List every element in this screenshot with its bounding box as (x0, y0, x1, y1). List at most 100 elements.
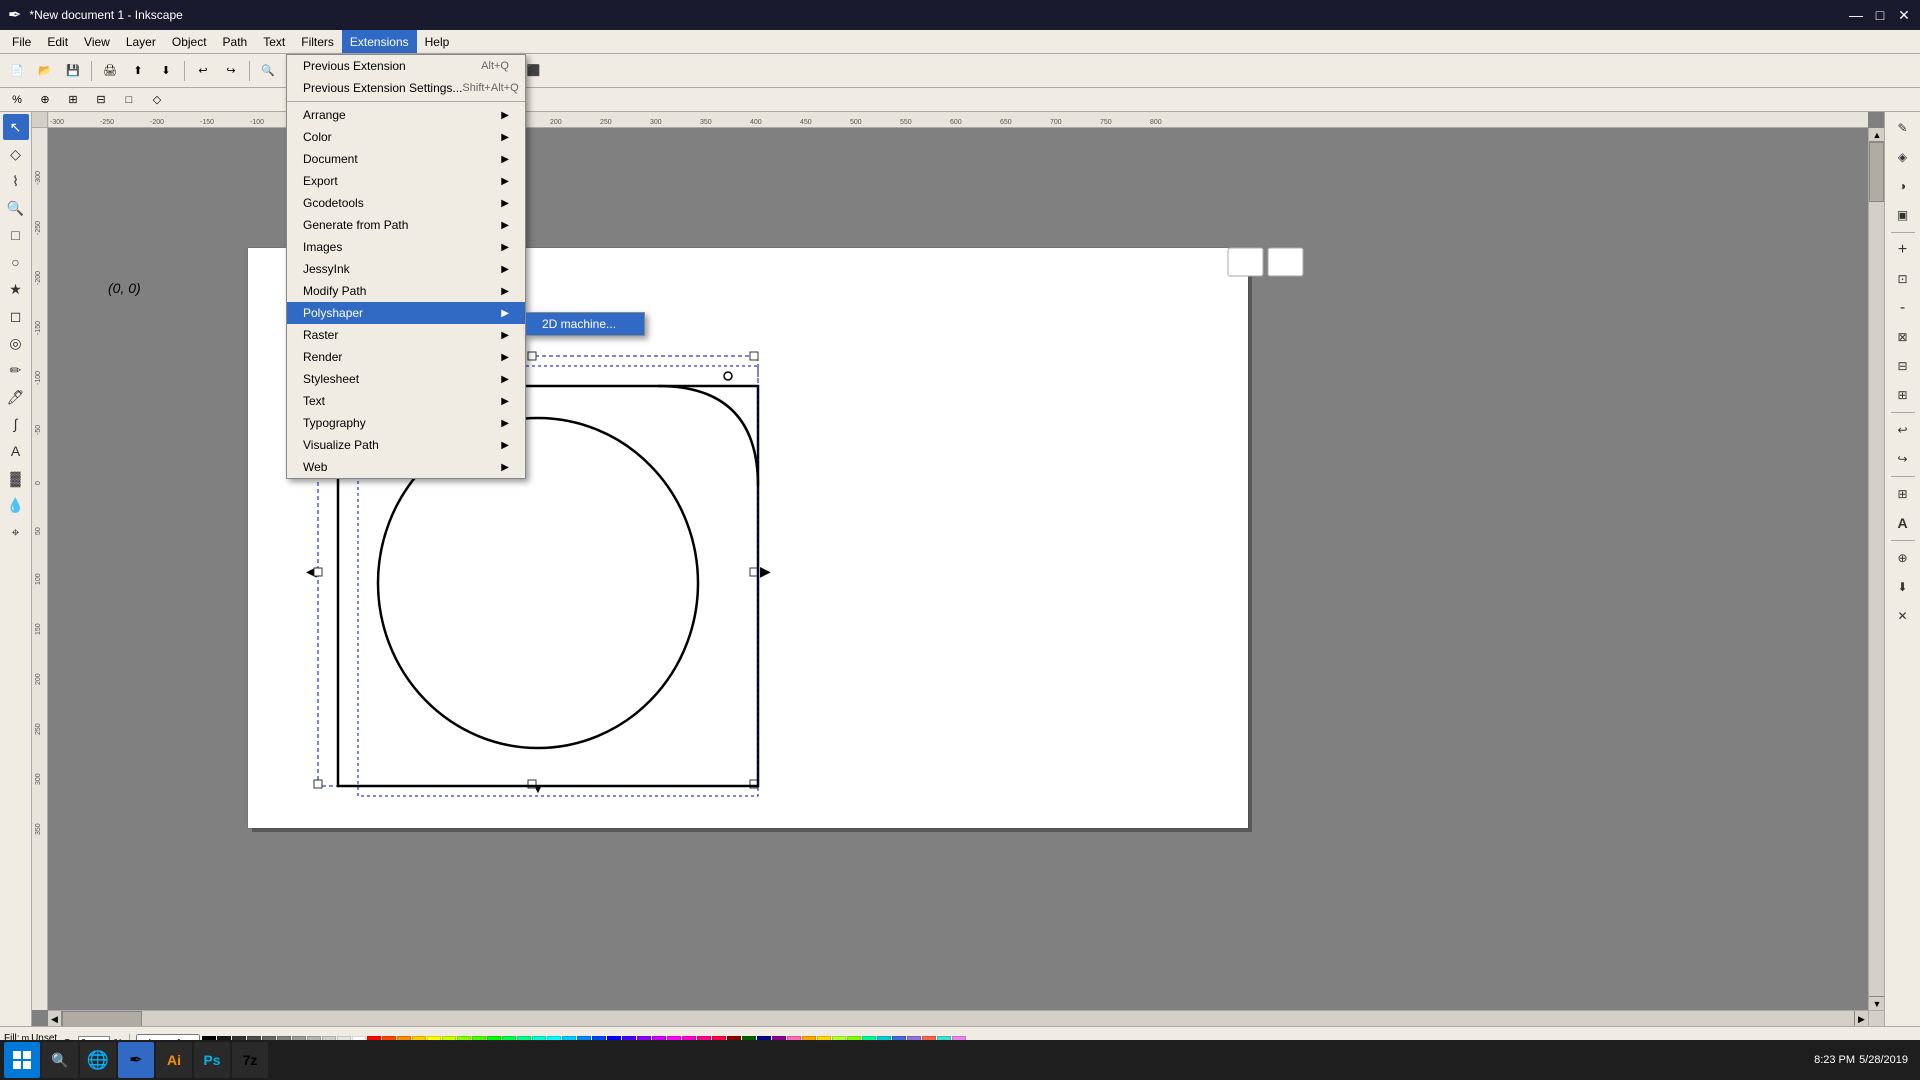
rpanel-layers[interactable]: ⊕ (1889, 544, 1917, 572)
search-button[interactable]: 🔍 (42, 1042, 78, 1078)
ext-web[interactable]: Web ▶ (287, 456, 525, 478)
zoom-tool-button[interactable]: 🔍 (3, 195, 29, 221)
rpanel-zoom-selection[interactable]: ⊞ (1889, 381, 1917, 409)
rpanel-prev-zoom[interactable]: ↩ (1889, 416, 1917, 444)
snap-nodes[interactable]: ⊕ (32, 87, 58, 113)
hscroll-right[interactable]: ▶ (1854, 1011, 1868, 1026)
spiral-tool-button[interactable]: ◎ (3, 330, 29, 356)
calligraphy-tool-button[interactable]: ∫ (3, 411, 29, 437)
rpanel-grid[interactable]: ⊞ (1889, 480, 1917, 508)
redo-button[interactable]: ↪ (218, 58, 244, 84)
rpanel-select[interactable]: ✎ (1889, 114, 1917, 142)
ext-prev-extension[interactable]: Previous Extension Alt+Q (287, 55, 525, 77)
tweak-tool-button[interactable]: ⌇ (3, 168, 29, 194)
minimize-button[interactable]: — (1848, 7, 1864, 23)
rpanel-next-zoom[interactable]: ↪ (1889, 445, 1917, 473)
rpanel-xml[interactable]: ✕ (1889, 602, 1917, 630)
snap-guide[interactable]: ⊟ (88, 87, 114, 113)
ext-text[interactable]: Text ▶ (287, 390, 525, 412)
start-button[interactable] (4, 1042, 40, 1078)
svg-text:800: 800 (1150, 119, 1162, 126)
ext-document[interactable]: Document ▶ (287, 148, 525, 170)
ext-export[interactable]: Export ▶ (287, 170, 525, 192)
ext-jessyink[interactable]: JessyInk ▶ (287, 258, 525, 280)
ext-prev-extension-settings[interactable]: Previous Extension Settings... Shift+Alt… (287, 77, 525, 99)
svg-text:-250: -250 (35, 221, 42, 235)
menu-extensions[interactable]: Extensions (342, 30, 417, 53)
vscroll-up[interactable]: ▲ (1869, 128, 1884, 142)
illustrator-taskbar[interactable]: Ai (156, 1042, 192, 1078)
snap-grid[interactable]: ⊞ (60, 87, 86, 113)
save-button[interactable]: 💾 (60, 58, 86, 84)
rpanel-zoom-out[interactable]: - (1889, 294, 1917, 322)
snap-bbox[interactable]: □ (116, 87, 142, 113)
vscrollbar[interactable]: ▲ ▼ (1868, 128, 1884, 1010)
vscroll-down[interactable]: ▼ (1869, 996, 1884, 1010)
vscroll-thumb[interactable] (1869, 142, 1884, 202)
rpanel-stroke[interactable]: ▣ (1889, 201, 1917, 229)
snap-toggle[interactable]: % (4, 87, 30, 113)
chrome-taskbar[interactable]: 🌐 (80, 1042, 116, 1078)
hscrollbar[interactable]: ◀ ▶ (48, 1010, 1868, 1026)
polyshaper-2d-machine[interactable]: 2D machine... (526, 313, 644, 335)
pencil-tool-button[interactable]: ✏ (3, 357, 29, 383)
ext-render[interactable]: Render ▶ (287, 346, 525, 368)
node-tool-button[interactable]: ◇ (3, 141, 29, 167)
ext-visualize-path[interactable]: Visualize Path ▶ (287, 434, 525, 456)
maximize-button[interactable]: □ (1872, 7, 1888, 23)
ext-arrange[interactable]: Arrange ▶ (287, 104, 525, 126)
right-panel: ✎ ◈ ◑ ▣ + ⊡ - ⊠ ⊟ ⊞ ↩ ↪ ⊞ A ⊕ ⬇ ✕ (1884, 112, 1920, 1026)
rpanel-zoom-fit[interactable]: ⊡ (1889, 265, 1917, 293)
ext-modify-path[interactable]: Modify Path ▶ (287, 280, 525, 302)
export-button[interactable]: ⬇ (153, 58, 179, 84)
rpanel-zoom-in[interactable]: + (1889, 236, 1917, 264)
menu-object[interactable]: Object (164, 30, 215, 53)
select-tool-button[interactable]: ↖ (3, 114, 29, 140)
scroll-corner (1868, 1010, 1884, 1026)
menu-path[interactable]: Path (215, 30, 256, 53)
print-button[interactable]: 🖨 (97, 58, 123, 84)
rpanel-export[interactable]: ⬇ (1889, 573, 1917, 601)
menu-layer[interactable]: Layer (118, 30, 164, 53)
rect-tool-button[interactable]: □ (3, 222, 29, 248)
close-button[interactable]: ✕ (1896, 7, 1912, 23)
menu-view[interactable]: View (76, 30, 118, 53)
photoshop-taskbar[interactable]: Ps (194, 1042, 230, 1078)
menu-filters[interactable]: Filters (293, 30, 342, 53)
ext-raster[interactable]: Raster ▶ (287, 324, 525, 346)
rpanel-zoom-drawing[interactable]: ⊟ (1889, 352, 1917, 380)
ext-color[interactable]: Color ▶ (287, 126, 525, 148)
ext-polyshaper[interactable]: Polyshaper ▶ (287, 302, 525, 324)
rpanel-text[interactable]: A (1889, 509, 1917, 537)
ext-stylesheet[interactable]: Stylesheet ▶ (287, 368, 525, 390)
dropper-tool-button[interactable]: 💧 (3, 492, 29, 518)
connector-tool-button[interactable]: ⌖ (3, 519, 29, 545)
gradient-tool-button[interactable]: ▓ (3, 465, 29, 491)
menu-text[interactable]: Text (255, 30, 293, 53)
rpanel-node[interactable]: ◈ (1889, 143, 1917, 171)
zoom-in-button[interactable]: 🔍 (255, 58, 281, 84)
rpanel-fill[interactable]: ◑ (1889, 172, 1917, 200)
import-button[interactable]: ⬆ (125, 58, 151, 84)
ext-images[interactable]: Images ▶ (287, 236, 525, 258)
circle-tool-button[interactable]: ○ (3, 249, 29, 275)
menu-edit[interactable]: Edit (39, 30, 76, 53)
hscroll-left[interactable]: ◀ (48, 1011, 62, 1026)
star-tool-button[interactable]: ★ (3, 276, 29, 302)
inkscape-taskbar[interactable]: ✒ (118, 1042, 154, 1078)
new-button[interactable]: 📄 (4, 58, 30, 84)
menu-file[interactable]: File (4, 30, 39, 53)
menu-help[interactable]: Help (417, 30, 458, 53)
rpanel-zoom-page[interactable]: ⊠ (1889, 323, 1917, 351)
3dbox-tool-button[interactable]: ◻ (3, 303, 29, 329)
ext-gcodetools[interactable]: Gcodetools ▶ (287, 192, 525, 214)
undo-button[interactable]: ↩ (190, 58, 216, 84)
pen-tool-button[interactable]: 🖊 (3, 384, 29, 410)
open-button[interactable]: 📂 (32, 58, 58, 84)
text-tool-button[interactable]: A (3, 438, 29, 464)
hscroll-thumb[interactable] (62, 1011, 142, 1026)
snap-paths[interactable]: ◇ (144, 87, 170, 113)
ext-generate-from-path[interactable]: Generate from Path ▶ (287, 214, 525, 236)
7zip-taskbar[interactable]: 7z (232, 1042, 268, 1078)
ext-typography[interactable]: Typography ▶ (287, 412, 525, 434)
